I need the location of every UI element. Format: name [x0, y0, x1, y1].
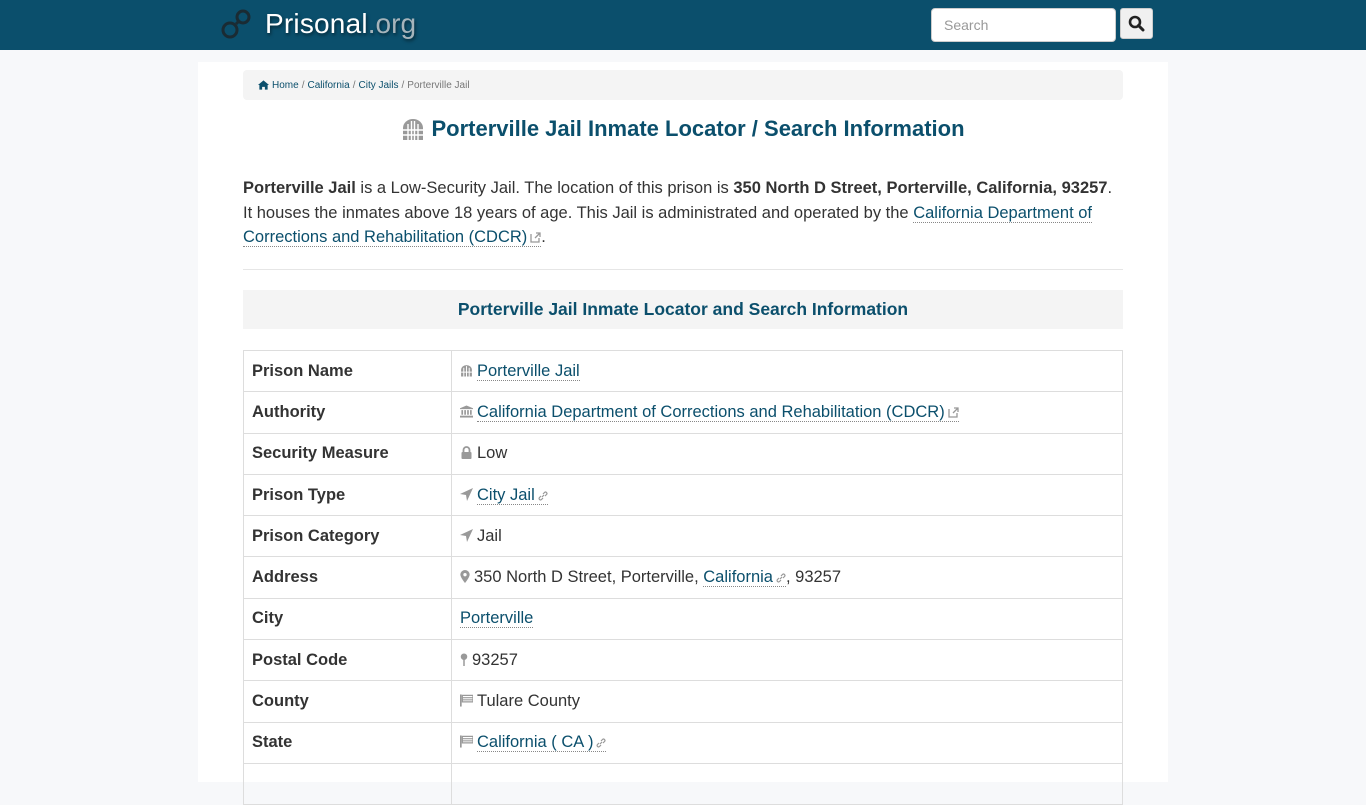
- row-value: City Jail: [451, 473, 1123, 517]
- home-icon: [258, 80, 269, 90]
- row-value: 350 North D Street, Porterville, Califor…: [451, 556, 1123, 599]
- row-value: 93257: [451, 639, 1123, 682]
- info-table: Prison Name Porterville Jail Authority C…: [243, 349, 1123, 805]
- page-title: Porterville Jail Inmate Locator / Search…: [243, 116, 1123, 142]
- page-title-text: Porterville Jail Inmate Locator / Search…: [431, 116, 965, 141]
- location-arrow-icon: [460, 528, 473, 542]
- breadcrumb-separator: /: [401, 79, 405, 91]
- link-icon: [776, 573, 786, 583]
- breadcrumb-california[interactable]: California: [307, 80, 349, 91]
- intro-text: .: [541, 228, 546, 246]
- jail-gate-icon: [403, 119, 424, 140]
- state-link-text: California ( CA ): [477, 733, 594, 752]
- table-row: Address 350 North D Street, Porterville,…: [243, 556, 1123, 599]
- table-row: Prison Name Porterville Jail: [243, 349, 1123, 393]
- row-key: [243, 762, 452, 805]
- government-building-icon: [460, 405, 473, 418]
- table-row: Prison Category Jail: [243, 515, 1123, 558]
- brand-name: Prisonal: [265, 8, 368, 39]
- breadcrumb: Home / California / City Jails / Porterv…: [243, 70, 1123, 100]
- row-value: Porterville: [451, 597, 1123, 641]
- address-text: 350 North D Street, Porterville,: [474, 568, 704, 587]
- row-value: Low: [451, 432, 1123, 475]
- address-state-text: California: [703, 568, 773, 587]
- row-value: Porterville Jail: [451, 349, 1123, 393]
- row-value: [451, 762, 1123, 805]
- table-row: Security Measure Low: [243, 432, 1123, 475]
- intro-text: is a Low-Security Jail. The location of …: [355, 179, 734, 197]
- external-link-icon: [530, 232, 541, 243]
- handcuffs-icon: [221, 9, 251, 39]
- breadcrumb-city-jails[interactable]: City Jails: [359, 80, 399, 91]
- map-marker-icon: [460, 570, 470, 584]
- intro-prison-name: Porterville Jail: [243, 179, 356, 197]
- prison-type-link[interactable]: City Jail: [477, 485, 548, 505]
- search-icon: [1128, 15, 1145, 32]
- row-value: Jail: [451, 515, 1123, 558]
- breadcrumb-home[interactable]: Home: [272, 80, 299, 91]
- breadcrumb-current: Porterville Jail: [407, 79, 470, 91]
- table-row: [243, 762, 1123, 805]
- prison-name-link[interactable]: Porterville Jail: [477, 361, 580, 381]
- brand-logo-link[interactable]: Prisonal .org: [221, 8, 416, 40]
- intro-paragraph: Porterville Jail is a Low-Security Jail.…: [243, 176, 1123, 250]
- breadcrumb-separator: /: [301, 79, 305, 91]
- row-key: Prison Type: [243, 473, 452, 517]
- authority-link[interactable]: California Department of Corrections and…: [477, 402, 959, 422]
- table-row: Postal Code 93257: [243, 639, 1123, 682]
- search-input[interactable]: [931, 8, 1116, 42]
- address-zip: , 93257: [785, 568, 842, 587]
- intro-address: 350 North D Street, Porterville, Califor…: [733, 179, 1108, 197]
- section-heading: Porterville Jail Inmate Locator and Sear…: [243, 290, 1123, 329]
- location-arrow-icon: [460, 487, 473, 501]
- row-key: Prison Category: [243, 515, 452, 558]
- row-key: City: [243, 597, 452, 641]
- brand-tld: .org: [367, 8, 417, 39]
- search-button[interactable]: [1120, 8, 1153, 39]
- row-key: Address: [243, 556, 452, 599]
- row-key: Security Measure: [243, 432, 452, 475]
- top-navbar: Prisonal .org: [0, 0, 1366, 50]
- flag-icon: [460, 735, 473, 748]
- table-row: City Porterville: [243, 597, 1123, 641]
- row-key: Prison Name: [243, 349, 452, 393]
- table-row: County Tulare County: [243, 680, 1123, 723]
- row-key: Postal Code: [243, 639, 452, 682]
- table-row: Prison Type City Jail: [243, 473, 1123, 517]
- row-key: Authority: [243, 391, 452, 434]
- row-key: County: [243, 680, 452, 723]
- link-icon: [538, 491, 548, 501]
- external-link-icon: [948, 407, 959, 418]
- address-state-link[interactable]: California: [703, 568, 786, 588]
- row-key: State: [243, 721, 452, 764]
- divider: [243, 269, 1123, 270]
- authority-link-text: California Department of Corrections and…: [477, 402, 945, 421]
- jail-gate-icon: [461, 364, 472, 377]
- table-row: Authority California Department of Corre…: [243, 391, 1123, 434]
- row-value: Tulare County: [451, 680, 1123, 723]
- breadcrumb-separator: /: [352, 79, 356, 91]
- security-value: Low: [477, 444, 508, 463]
- prison-category-value: Jail: [477, 526, 502, 545]
- city-link[interactable]: Porterville: [460, 609, 534, 629]
- flag-icon: [460, 694, 473, 707]
- county-value: Tulare County: [477, 692, 581, 711]
- lock-icon: [461, 446, 472, 460]
- prison-type-text: City Jail: [477, 485, 535, 504]
- map-pin-icon: [460, 653, 468, 666]
- row-value: California ( CA ): [451, 721, 1123, 764]
- table-row: State California ( CA ): [243, 721, 1123, 764]
- link-icon: [596, 738, 606, 748]
- postal-code-value: 93257: [472, 650, 518, 669]
- main-container: Home / California / City Jails / Porterv…: [198, 62, 1168, 805]
- row-value: California Department of Corrections and…: [451, 391, 1123, 434]
- state-link[interactable]: California ( CA ): [477, 733, 607, 753]
